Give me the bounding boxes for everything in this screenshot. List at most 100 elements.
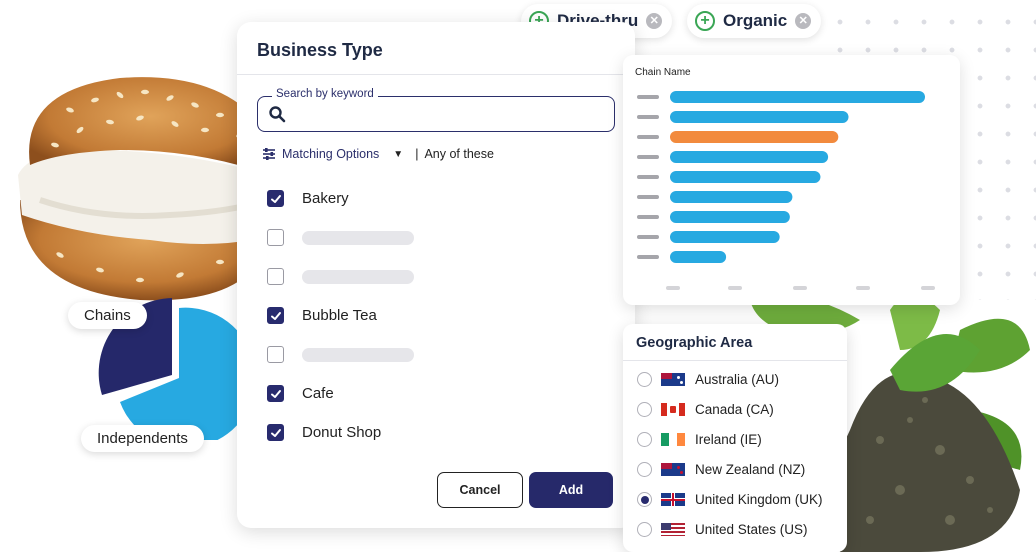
check-icon (270, 311, 281, 320)
flag-ie-icon (661, 433, 685, 446)
bar[interactable] (670, 111, 849, 123)
bar[interactable] (670, 211, 790, 223)
bar[interactable] (670, 191, 793, 203)
option-row[interactable] (267, 229, 414, 246)
bar-label-placeholder (637, 135, 659, 139)
flag-ca-icon (661, 403, 685, 416)
geo-option-uk[interactable]: United Kingdom (UK) (637, 492, 823, 507)
option-label: Bubble Tea (302, 307, 377, 324)
chevron-down-icon[interactable]: ▼ (393, 149, 403, 160)
option-label: Donut Shop (302, 424, 382, 441)
matching-mode[interactable]: Any of these (424, 147, 494, 161)
search-legend: Search by keyword (272, 88, 378, 100)
bar[interactable] (670, 171, 821, 183)
option-placeholder (302, 269, 414, 284)
x-tick-placeholder (728, 286, 742, 290)
chain-name-bar-chart (637, 91, 935, 290)
bar-label-placeholder (637, 115, 659, 119)
plus-circle-icon[interactable]: + (695, 11, 715, 31)
option-label: Cafe (302, 385, 334, 402)
geo-option-label: United States (US) (695, 522, 808, 537)
option-row[interactable] (267, 268, 414, 285)
chains-label: Chains (68, 302, 147, 329)
option-row[interactable]: Cafe (267, 385, 334, 402)
search-icon (269, 106, 286, 123)
bar-label-placeholder (637, 155, 659, 159)
bar-label-placeholder (637, 175, 659, 179)
bar-label-placeholder (637, 95, 659, 99)
chip-organic[interactable]: + Organic ✕ (687, 4, 822, 38)
bar-label-placeholder (637, 235, 659, 239)
geo-option-label: United Kingdom (UK) (695, 492, 823, 507)
bar-label-placeholder (637, 195, 659, 199)
checkbox-checked[interactable] (267, 307, 284, 324)
bar[interactable] (670, 151, 829, 163)
check-icon (270, 428, 281, 437)
bar-label-placeholder (637, 215, 659, 219)
check-icon (270, 194, 281, 203)
checkbox-unchecked[interactable] (267, 229, 284, 246)
x-tick-placeholder (666, 286, 680, 290)
cancel-button[interactable]: Cancel (437, 472, 523, 508)
radio-unselected[interactable] (637, 522, 652, 537)
matching-options[interactable]: Matching Options ▼ | Any of these (262, 147, 494, 161)
geo-title: Geographic Area (636, 335, 753, 351)
sliders-icon (263, 148, 275, 160)
chain-name-chart-card: Chain Name (623, 55, 960, 305)
close-circle-icon[interactable]: ✕ (795, 13, 812, 29)
radio-unselected[interactable] (637, 372, 652, 387)
geographic-area-card: Geographic Area Australia (AU) Canada (CA… (623, 324, 847, 552)
search-field[interactable]: Search by keyword (257, 88, 615, 132)
bar[interactable] (670, 91, 925, 103)
option-row[interactable]: Bakery (267, 190, 349, 207)
add-button[interactable]: Add (529, 472, 613, 508)
radio-selected[interactable] (637, 492, 652, 507)
bar[interactable] (670, 131, 839, 143)
card-title: Business Type (257, 40, 383, 60)
geo-option-label: Canada (CA) (695, 402, 774, 417)
bar[interactable] (670, 231, 780, 243)
checkbox-checked[interactable] (267, 385, 284, 402)
bar-label-placeholder (637, 255, 659, 259)
independents-label: Independents (81, 425, 204, 452)
geo-option-au[interactable]: Australia (AU) (637, 372, 779, 387)
check-icon (270, 389, 281, 398)
radio-unselected[interactable] (637, 432, 652, 447)
checkbox-unchecked[interactable] (267, 268, 284, 285)
bar[interactable] (670, 251, 727, 263)
geo-option-nz[interactable]: New Zealand (NZ) (637, 462, 805, 477)
radio-unselected[interactable] (637, 462, 652, 477)
flag-nz-icon (661, 463, 685, 476)
option-placeholder (302, 230, 414, 245)
option-row[interactable]: Donut Shop (267, 424, 381, 441)
checkbox-unchecked[interactable] (267, 346, 284, 363)
geo-option-ca[interactable]: Canada (CA) (637, 402, 774, 417)
chip-label: Organic (723, 11, 788, 30)
business-type-card: Business Type Search by keyword Matching… (237, 22, 635, 528)
geo-option-ie[interactable]: Ireland (IE) (637, 432, 762, 447)
divider (237, 74, 635, 75)
flag-us-icon (661, 523, 685, 536)
geo-option-label: Ireland (IE) (695, 432, 762, 447)
marketing-canvas: Chains Independents + Drive-thru ✕ + Org… (0, 0, 1036, 552)
flag-uk-icon (661, 493, 685, 506)
close-circle-icon[interactable]: ✕ (646, 13, 663, 29)
geo-option-label: New Zealand (NZ) (695, 462, 806, 477)
radio-unselected[interactable] (637, 402, 652, 417)
option-row[interactable] (267, 346, 414, 363)
flag-au-icon (661, 373, 685, 386)
x-tick-placeholder (921, 286, 935, 290)
geo-option-label: Australia (AU) (695, 372, 780, 387)
option-row[interactable]: Bubble Tea (267, 307, 377, 324)
x-tick-placeholder (793, 286, 807, 290)
checkbox-checked[interactable] (267, 424, 284, 441)
divider (623, 360, 847, 361)
search-input[interactable] (294, 103, 604, 125)
matching-options-label: Matching Options (282, 147, 380, 161)
geo-option-us[interactable]: United States (US) (637, 522, 808, 537)
x-tick-placeholder (856, 286, 870, 290)
matching-separator: | (415, 147, 419, 161)
option-placeholder (302, 347, 414, 362)
option-label: Bakery (302, 190, 349, 207)
checkbox-checked[interactable] (267, 190, 284, 207)
